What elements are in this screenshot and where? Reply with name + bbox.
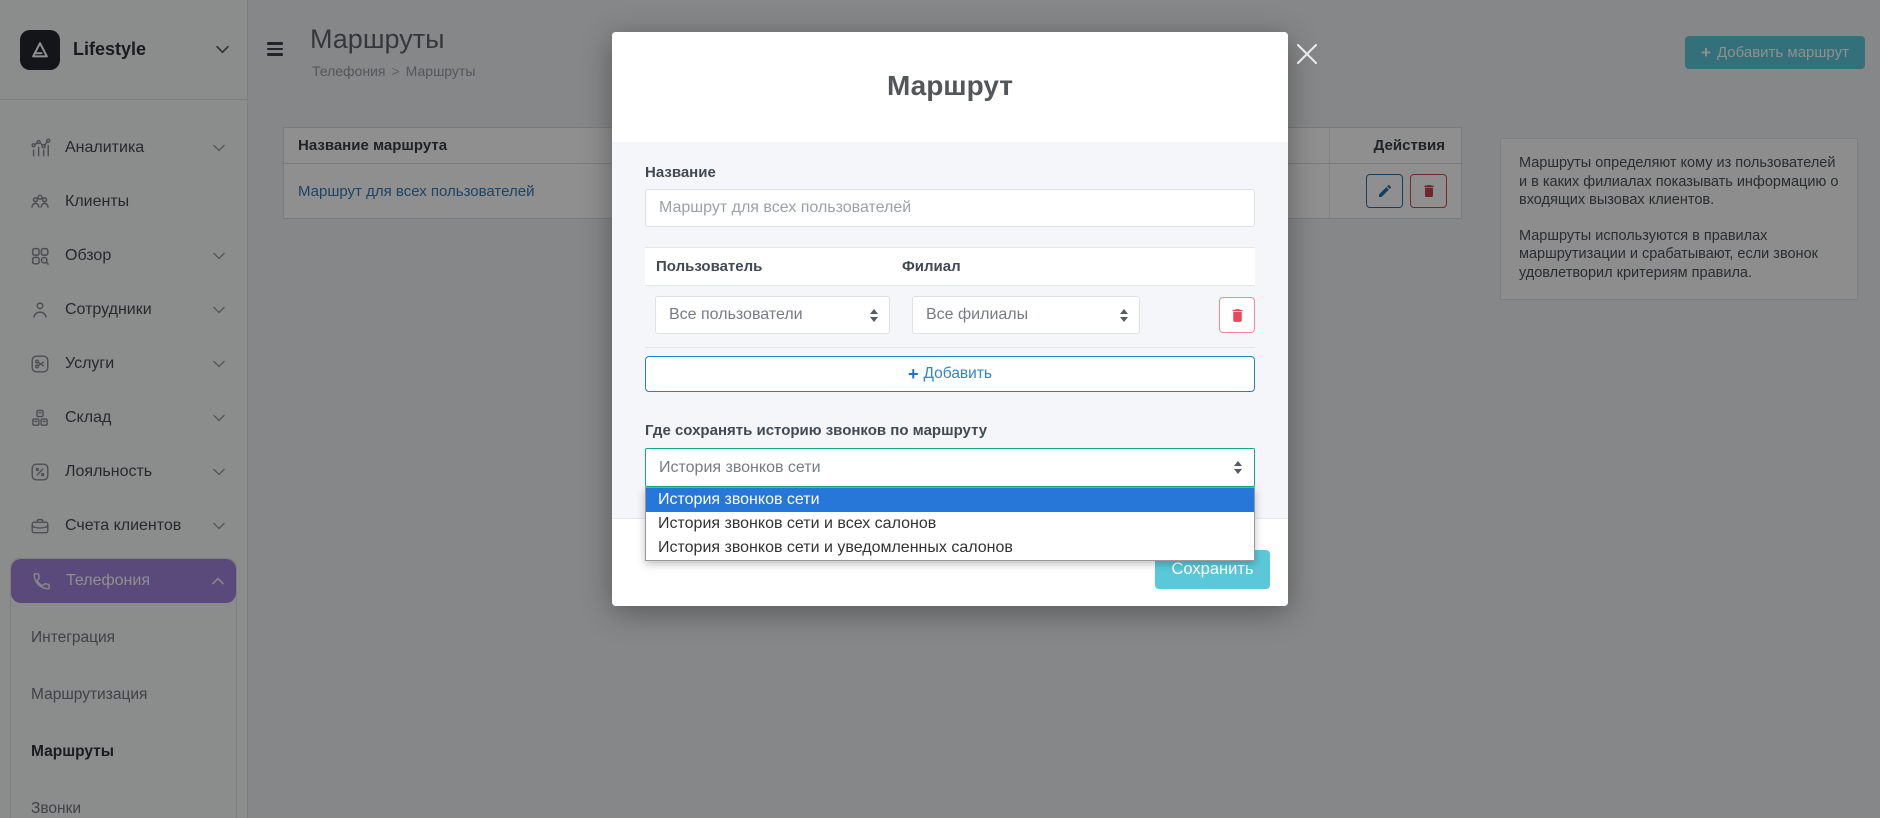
user-select[interactable]: Все пользователи — [655, 296, 890, 334]
user-branch-section: Пользователь Филиал Все пользователи Все… — [645, 247, 1255, 392]
branch-select[interactable]: Все филиалы — [912, 296, 1140, 334]
trash-icon — [1229, 307, 1246, 324]
modal-header: Маршрут — [612, 32, 1288, 142]
add-row-button[interactable]: + Добавить — [645, 356, 1255, 392]
user-select-value: Все пользователи — [669, 306, 803, 324]
name-label: Название — [645, 164, 1255, 181]
branch-select-value: Все филиалы — [926, 306, 1028, 324]
history-label: Где сохранять историю звонков по маршрут… — [645, 422, 1255, 439]
modal-title: Маршрут — [612, 32, 1288, 102]
history-select[interactable]: История звонков сети — [645, 448, 1255, 487]
dropdown-option[interactable]: История звонков сети и уведомленных сало… — [646, 536, 1254, 560]
columns-header: Пользователь Филиал — [645, 248, 1255, 286]
route-name-input[interactable] — [645, 189, 1255, 227]
modal-body: Название Пользователь Филиал Все пользов… — [612, 142, 1288, 518]
history-select-value: История звонков сети — [659, 459, 821, 477]
dropdown-option[interactable]: История звонков сети и всех салонов — [646, 512, 1254, 536]
dropdown-option[interactable]: История звонков сети — [646, 488, 1254, 512]
plus-icon: + — [908, 364, 919, 385]
delete-row-button[interactable] — [1219, 297, 1255, 333]
route-modal: Маршрут Название Пользователь Филиал Все… — [612, 32, 1288, 606]
column-header-branch: Филиал — [902, 258, 961, 275]
column-header-user: Пользователь — [645, 258, 902, 275]
history-block: Где сохранять историю звонков по маршрут… — [645, 422, 1255, 487]
select-arrows-icon — [1120, 309, 1128, 322]
history-dropdown: История звонков сети История звонков сет… — [645, 487, 1255, 561]
select-arrows-icon — [870, 309, 878, 322]
app-canvas: Lifestyle Аналитика Клиенты — [0, 0, 1880, 818]
add-row-label: Добавить — [924, 365, 993, 383]
user-branch-row: Все пользователи Все филиалы — [645, 286, 1255, 348]
select-arrows-icon — [1234, 461, 1242, 474]
close-icon[interactable] — [1293, 40, 1321, 73]
